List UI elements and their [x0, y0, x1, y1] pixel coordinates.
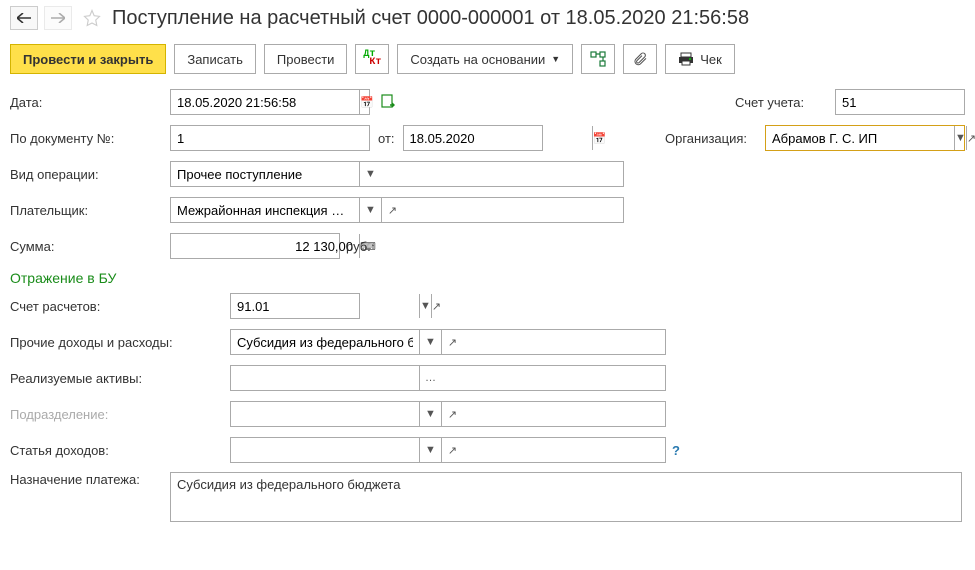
optype-input[interactable] [171, 162, 359, 186]
bu-section-title: Отражение в БУ [10, 270, 965, 286]
chevron-down-icon: ▼ [551, 54, 560, 64]
date-input[interactable] [171, 90, 359, 114]
other-income-label: Прочие доходы и расходы: [10, 335, 230, 350]
income-item-input[interactable] [231, 438, 419, 462]
other-income-input[interactable] [231, 330, 419, 354]
create-based-label: Создать на основании [410, 52, 545, 67]
sum-input[interactable] [171, 234, 359, 258]
assets-label: Реализуемые активы: [10, 371, 230, 386]
docdate-input[interactable] [404, 126, 592, 150]
income-item-label: Статья доходов: [10, 443, 230, 458]
other-income-dropdown-icon[interactable]: ▼ [419, 330, 441, 354]
income-item-open-icon[interactable]: ↗ [441, 438, 463, 462]
attach-button[interactable] [623, 44, 657, 74]
docdate-calendar-icon[interactable]: 📅 [592, 126, 607, 150]
org-dropdown-icon[interactable]: ▼ [954, 126, 966, 150]
assets-input[interactable] [231, 366, 419, 390]
payer-input[interactable] [171, 198, 359, 222]
sum-label: Сумма: [10, 239, 170, 254]
dt-kt-button[interactable]: ДтКт [355, 44, 389, 74]
account-input[interactable] [836, 90, 975, 114]
docnum-label: По документу №: [10, 131, 170, 146]
dt-kt-icon: ДтКт [363, 51, 381, 67]
save-button[interactable]: Записать [174, 44, 256, 74]
currency-label: руб. [346, 239, 371, 254]
post-close-button[interactable]: Провести и закрыть [10, 44, 166, 74]
payer-dropdown-icon[interactable]: ▼ [359, 198, 381, 222]
docnum-input[interactable] [171, 126, 359, 150]
create-based-button[interactable]: Создать на основании ▼ [397, 44, 573, 74]
assets-more-icon[interactable]: … [419, 366, 441, 390]
division-label: Подразделение: [10, 407, 230, 422]
date-label: Дата: [10, 95, 170, 110]
account-label: Счет учета: [735, 95, 835, 110]
help-icon[interactable]: ? [672, 443, 680, 458]
settlement-dropdown-icon[interactable]: ▼ [419, 294, 431, 318]
from-label: от: [378, 131, 395, 146]
page-title: Поступление на расчетный счет 0000-00000… [112, 7, 749, 30]
payer-label: Плательщик: [10, 203, 170, 218]
check-button[interactable]: Чек [665, 44, 735, 74]
optype-dropdown-icon[interactable]: ▼ [359, 162, 381, 186]
back-button[interactable] [10, 6, 38, 30]
forward-button [44, 6, 72, 30]
refresh-icon[interactable] [380, 93, 396, 112]
org-label: Организация: [665, 131, 765, 146]
settlement-input[interactable] [231, 294, 419, 318]
division-open-icon[interactable]: ↗ [441, 402, 463, 426]
payer-open-icon[interactable]: ↗ [381, 198, 403, 222]
printer-icon [678, 52, 694, 66]
division-input[interactable] [231, 402, 419, 426]
purpose-textarea[interactable]: Субсидия из федерального бюджета [170, 472, 962, 522]
division-dropdown-icon[interactable]: ▼ [419, 402, 441, 426]
income-item-dropdown-icon[interactable]: ▼ [419, 438, 441, 462]
calendar-icon[interactable]: 📅 [359, 90, 374, 114]
other-income-open-icon[interactable]: ↗ [441, 330, 463, 354]
structure-button[interactable] [581, 44, 615, 74]
purpose-label: Назначение платежа: [10, 472, 170, 487]
settlement-open-icon[interactable]: ↗ [431, 294, 441, 318]
post-button[interactable]: Провести [264, 44, 348, 74]
optype-label: Вид операции: [10, 167, 170, 182]
org-open-icon[interactable]: ↗ [966, 126, 975, 150]
check-label: Чек [700, 52, 722, 67]
settlement-label: Счет расчетов: [10, 299, 230, 314]
favorite-icon[interactable] [82, 8, 102, 28]
org-input[interactable] [766, 126, 954, 150]
